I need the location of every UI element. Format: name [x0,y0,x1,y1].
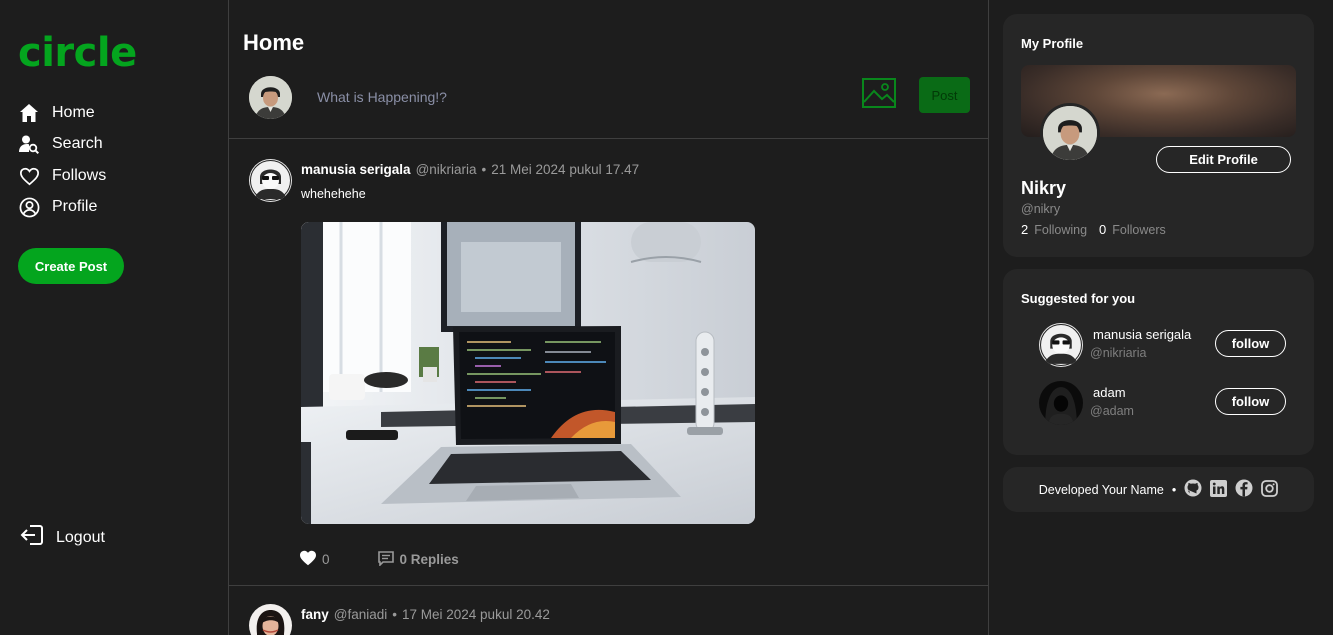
nav-item-search[interactable]: Search [18,133,103,155]
composer-avatar [249,76,292,119]
app-logo[interactable]: circle [18,30,137,76]
suggested-avatar[interactable] [1039,381,1083,425]
profile-card-title: My Profile [1021,36,1084,51]
my-profile-card: My Profile Edit Profile Nikry @nikry 2 F… [1003,14,1314,257]
profile-avatar[interactable] [1040,103,1100,163]
nav-label-profile: Profile [52,198,98,215]
linkedin-icon[interactable] [1210,479,1228,500]
follow-button[interactable]: follow [1215,330,1286,357]
post-author-handle: @faniadi [333,607,388,622]
nav-label-search: Search [52,135,103,152]
comment-icon [377,550,394,569]
post-header: manusia serigala @nikriaria • 21 Mei 202… [301,162,639,177]
post-separator: • [481,162,487,177]
post-date: 21 Mei 2024 pukul 17.47 [491,162,640,177]
suggested-user: manusia serigala @nikriaria follow [1039,323,1289,367]
following-count: 2 [1021,222,1029,237]
like-button[interactable]: 0 [299,550,330,569]
profile-name: Nikry [1021,178,1067,198]
image-upload-icon[interactable] [862,78,896,108]
suggested-name[interactable]: manusia serigala [1093,327,1191,342]
github-icon[interactable] [1184,479,1202,500]
suggested-handle: @nikriaria [1090,346,1147,360]
post-author-name[interactable]: fany [301,607,329,622]
feed-post: manusia serigala @nikriaria • 21 Mei 202… [229,140,988,585]
post-author-name[interactable]: manusia serigala [301,162,411,177]
follow-button[interactable]: follow [1215,388,1286,415]
logout-button[interactable]: Logout [20,524,105,551]
create-post-button[interactable]: Create Post [18,248,124,284]
suggested-avatar[interactable] [1039,323,1083,367]
post-input[interactable] [317,86,817,108]
edit-profile-button[interactable]: Edit Profile [1156,146,1291,173]
following-label[interactable]: Following [1034,223,1087,237]
logout-icon [20,524,44,551]
followers-count: 0 [1099,222,1107,237]
replies-button[interactable]: 0 Replies [377,550,459,569]
developer-credit: Developed Your Name [1038,482,1164,497]
followers-label[interactable]: Followers [1112,223,1166,237]
suggested-card: Suggested for you manusia serigala @nikr… [1003,269,1314,455]
social-links [1184,479,1279,500]
nav-item-home[interactable]: Home [18,102,95,124]
footer-card: Developed Your Name • [1003,467,1314,512]
post-actions: 0 0 Replies [299,550,459,569]
nav-item-profile[interactable]: Profile [18,196,97,218]
user-circle-icon [18,196,40,218]
nav-item-follows[interactable]: Follows [18,165,106,187]
logout-label: Logout [56,528,105,546]
post-avatar[interactable] [249,604,292,635]
left-sidebar: circle Home Search Follows Profile Creat… [0,0,228,635]
suggested-title: Suggested for you [1021,291,1136,306]
heart-filled-icon [299,550,317,569]
feed-post: fany @faniadi • 17 Mei 2024 pukul 20.42 [229,586,988,635]
footer-separator: • [1171,482,1177,497]
post-author-handle: @nikriaria [415,162,477,177]
post-text: whehehehe [301,187,366,201]
instagram-icon[interactable] [1261,479,1279,500]
post-image[interactable] [301,222,755,524]
follow-stats: 2 Following 0 Followers [1021,222,1166,237]
suggested-handle: @adam [1090,404,1134,418]
home-icon [18,102,40,124]
post-avatar[interactable] [249,159,292,202]
suggested-user: adam @adam follow [1039,381,1289,425]
post-header: fany @faniadi • 17 Mei 2024 pukul 20.42 [301,607,550,622]
heart-icon [18,165,40,187]
suggested-name[interactable]: adam [1093,385,1126,400]
search-user-icon [18,133,40,155]
post-separator: • [392,607,397,622]
profile-handle: @nikry [1021,202,1061,216]
nav-label-home: Home [52,104,95,121]
facebook-icon[interactable] [1235,479,1253,500]
post-button[interactable]: Post [919,77,970,113]
post-date: 17 Mei 2024 pukul 20.42 [402,607,550,622]
nav-label-follows: Follows [52,167,107,184]
main-feed: Home Post manusia serigala @nikriaria • … [228,0,989,635]
like-count: 0 [322,552,330,567]
page-title: Home [243,30,305,55]
replies-count: 0 Replies [399,552,459,567]
post-composer: Post [229,62,988,139]
